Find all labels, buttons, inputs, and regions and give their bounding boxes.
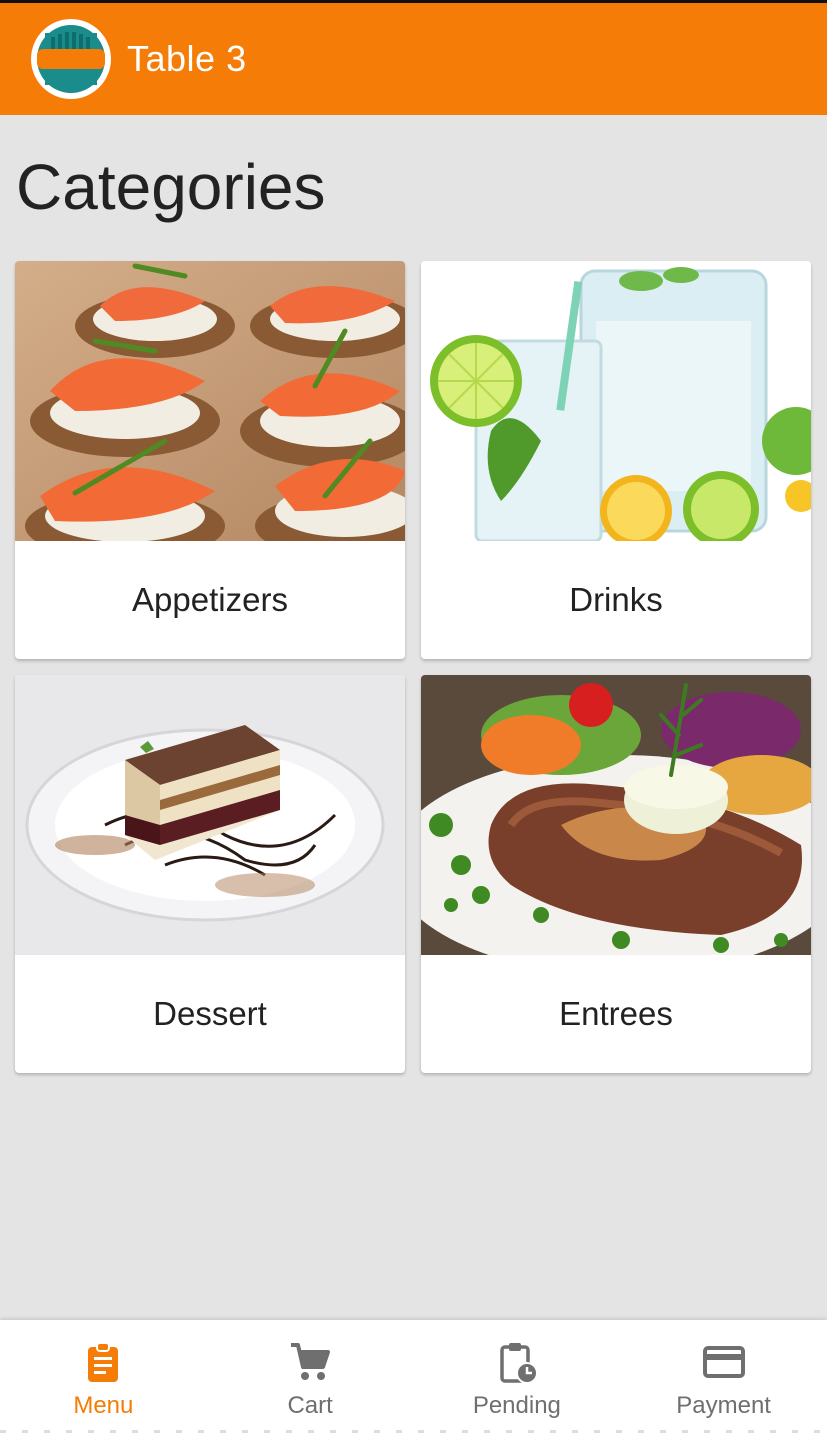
category-label: Entrees: [559, 995, 673, 1032]
app-bar: Table 3: [0, 3, 827, 115]
category-grid: Appetizers Drinks Dessert Entrees: [15, 261, 811, 1073]
nav-label-pending: Pending: [472, 1392, 561, 1419]
nav-label-menu: Menu: [73, 1392, 134, 1419]
cart-icon: [291, 1343, 331, 1380]
nav-item-cart[interactable]: Cart: [207, 1320, 414, 1433]
category-label: Dessert: [153, 995, 267, 1032]
entrees-image: [421, 675, 811, 955]
app-title: Table 3: [127, 38, 247, 79]
page-title: Categories: [16, 151, 326, 223]
nav-label-cart: Cart: [287, 1392, 333, 1419]
nav-label-payment: Payment: [676, 1392, 771, 1419]
category-card-entrees[interactable]: Entrees: [421, 675, 811, 1073]
clipboard-clock-icon: [500, 1343, 538, 1384]
credit-card-icon: [702, 1346, 745, 1378]
category-card-dessert[interactable]: Dessert: [15, 675, 405, 1073]
clipboard-list-icon: [88, 1342, 119, 1382]
servis-logo-icon: [37, 25, 105, 93]
drinks-image: [421, 261, 811, 541]
category-label: Drinks: [569, 581, 663, 618]
bottom-navigation: Menu Cart Pending Payment: [0, 1320, 827, 1433]
nav-item-menu[interactable]: Menu: [0, 1320, 207, 1433]
category-label: Appetizers: [132, 581, 288, 618]
category-card-drinks[interactable]: Drinks: [421, 261, 811, 659]
servis-logo: [31, 19, 111, 99]
category-card-appetizers[interactable]: Appetizers: [15, 261, 405, 659]
dessert-image: [15, 675, 405, 955]
nav-item-pending[interactable]: Pending: [414, 1320, 621, 1433]
nav-item-payment[interactable]: Payment: [620, 1320, 827, 1433]
appetizers-image: [15, 261, 405, 541]
